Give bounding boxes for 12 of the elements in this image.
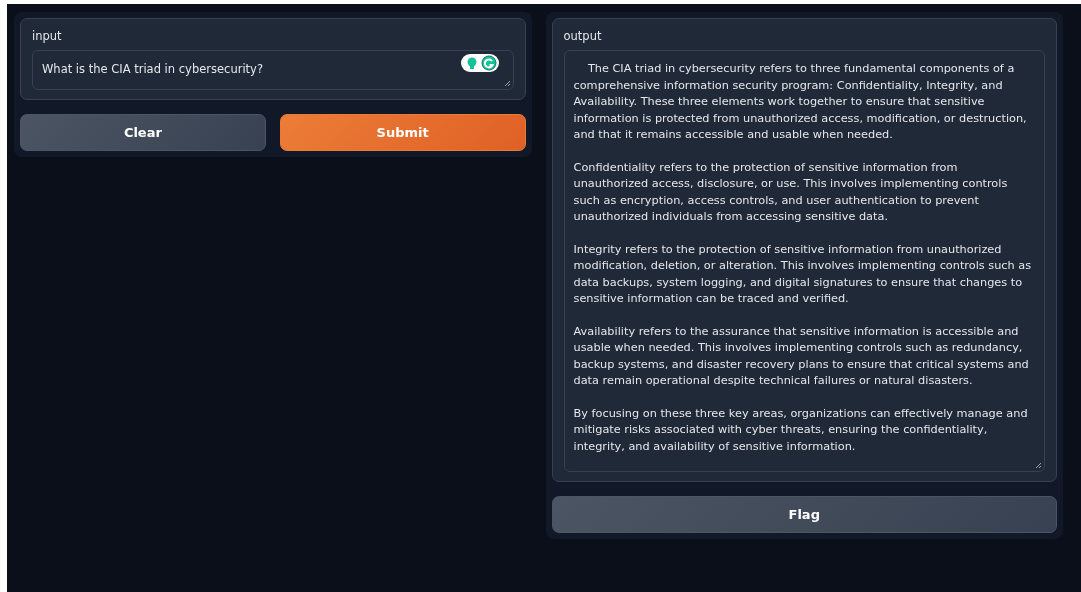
resize-handle-icon[interactable] <box>503 80 511 87</box>
flag-button[interactable]: Flag <box>551 496 1057 533</box>
output-paragraph: Availability refers to the assurance that sensitive information is accessible and usable when needed. This involves implementing controls such as redundancy, backup systems, and disaster recovery plans to ensure that critical systems and data remain operational despite technical failures or natural disasters. <box>573 323 1030 389</box>
output-paragraph: By focusing on these three key areas, organizations can effectively manage and mitigate risks associated with cyber threats, ensuring the confidentiality, integrity, and availability of sensitive information. <box>573 405 1029 455</box>
output-label: output <box>563 29 603 43</box>
input-label: input <box>32 29 63 43</box>
clear-button[interactable]: Clear <box>20 114 266 151</box>
output-paragraph: The CIA triad in cybersecurity refers to three fundamental components of a comprehensive information security program: Confidentiality, Integrity, and Availability. These three elements work together to ensure that sensitive information is protected from unauthorized access, modification, or destruction, and that it remains accessible and usable when needed. <box>573 61 1028 143</box>
input-field[interactable]: What is the CIA triad in cybersecurity? <box>32 50 514 90</box>
resize-handle-icon[interactable] <box>1035 462 1042 469</box>
output-paragraph: Confidentiality refers to the protection of sensitive information from unauthorized access, disclosure, or use. This involves implementing controls such as encryption, access controls, and user authentication to prevent unauthorized individuals from accessing sensitive data. <box>573 159 1009 225</box>
output-paragraph: Integrity refers to the protection of sensitive information from unauthorized modification, deletion, or alteration. This involves implementing controls such as data backups, system logging, and digital signatures to ensure that changes to sensitive information can be traced and verified. <box>573 241 1033 307</box>
